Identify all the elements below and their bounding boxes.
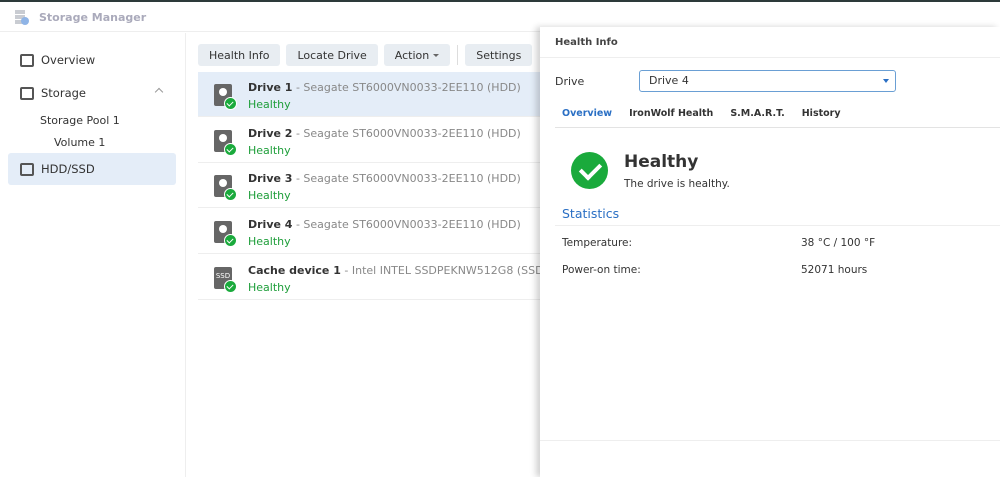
drive-row[interactable]: Drive 3 - Seagate ST6000VN0033-2EE110 (H… — [198, 163, 543, 208]
toolbar-divider — [457, 45, 459, 65]
sidebar-item-hdd-ssd[interactable]: HDD/SSD — [8, 153, 176, 185]
tab-ironwolf-health[interactable]: IronWolf Health — [629, 108, 713, 119]
check-icon — [224, 234, 237, 247]
drive-status: Healthy — [248, 235, 291, 248]
drive-row[interactable]: SSD Cache device 1 - Intel INTEL SSDPEKN… — [198, 255, 548, 300]
drive-status: Healthy — [248, 144, 291, 157]
tab-bar: Overview IronWolf Health S.M.A.R.T. Hist… — [562, 108, 841, 119]
tab-smart[interactable]: S.M.A.R.T. — [730, 108, 784, 119]
sidebar-item-volume-1[interactable]: Volume 1 — [54, 136, 105, 149]
sidebar-item-overview[interactable]: Overview — [8, 44, 176, 76]
check-icon — [224, 97, 237, 110]
health-info-button[interactable]: Health Info — [198, 44, 281, 66]
divider — [555, 225, 1000, 226]
drive-select[interactable]: Drive 4 — [639, 70, 896, 92]
storage-icon — [20, 86, 34, 100]
drive-name: Drive 2 - Seagate ST6000VN0033-2EE110 (H… — [248, 127, 521, 140]
divider — [540, 57, 1000, 58]
drive-status: Healthy — [248, 98, 291, 111]
drive-row[interactable]: Drive 1 - Seagate ST6000VN0033-2EE110 (H… — [198, 72, 543, 117]
app-title: Storage Manager — [39, 11, 147, 24]
footer-divider — [540, 440, 1000, 441]
check-icon — [224, 280, 237, 293]
health-info-panel: Health Info Drive Drive 4 Overview IronW… — [540, 27, 1000, 477]
settings-button[interactable]: Settings — [465, 44, 533, 66]
drive-select-value: Drive 4 — [649, 74, 689, 87]
drive-status: Healthy — [248, 281, 291, 294]
hdd-icon — [20, 162, 34, 176]
caret-down-icon — [433, 53, 440, 57]
drive-label: Drive — [555, 75, 585, 88]
drive-name: Drive 3 - Seagate ST6000VN0033-2EE110 (H… — [248, 172, 521, 185]
sidebar-item-label: Overview — [41, 53, 96, 67]
drive-name: Drive 4 - Seagate ST6000VN0033-2EE110 (H… — [248, 218, 521, 231]
tab-divider — [555, 127, 1000, 128]
sidebar-item-label: Storage — [41, 86, 86, 100]
power-on-time-label: Power-on time: — [562, 264, 641, 276]
drive-name: Cache device 1 - Intel INTEL SSDPEKNW512… — [248, 264, 548, 277]
check-icon — [224, 188, 237, 201]
sidebar-item-storage[interactable]: Storage — [8, 77, 176, 109]
healthy-check-icon — [571, 152, 608, 189]
power-on-time-value: 52071 hours — [801, 264, 868, 276]
check-icon — [224, 143, 237, 156]
health-status-description: The drive is healthy. — [624, 178, 730, 190]
caret-down-icon — [883, 79, 889, 83]
panel-title: Health Info — [555, 37, 618, 48]
temperature-value: 38 °C / 100 °F — [801, 237, 876, 249]
drive-name: Drive 1 - Seagate ST6000VN0033-2EE110 (H… — [248, 81, 521, 94]
locate-drive-button[interactable]: Locate Drive — [286, 44, 378, 66]
tab-history[interactable]: History — [802, 108, 841, 119]
drive-row[interactable]: Drive 4 - Seagate ST6000VN0033-2EE110 (H… — [198, 209, 543, 254]
toolbar: Health Info Locate Drive Action Settings — [198, 44, 533, 66]
sidebar-item-label: HDD/SSD — [41, 162, 95, 176]
sidebar-item-storage-pool-1[interactable]: Storage Pool 1 — [40, 114, 120, 127]
overview-icon — [20, 53, 34, 67]
drive-status: Healthy — [248, 189, 291, 202]
action-button[interactable]: Action — [383, 44, 451, 66]
storage-manager-icon — [15, 10, 29, 25]
action-label: Action — [394, 48, 430, 62]
health-status-title: Healthy — [624, 152, 699, 172]
drive-row[interactable]: Drive 2 - Seagate ST6000VN0033-2EE110 (H… — [198, 118, 543, 163]
temperature-label: Temperature: — [562, 237, 633, 249]
tab-overview[interactable]: Overview — [562, 108, 612, 119]
sidebar: Overview Storage Storage Pool 1 Volume 1… — [0, 33, 186, 477]
statistics-heading: Statistics — [562, 206, 620, 221]
